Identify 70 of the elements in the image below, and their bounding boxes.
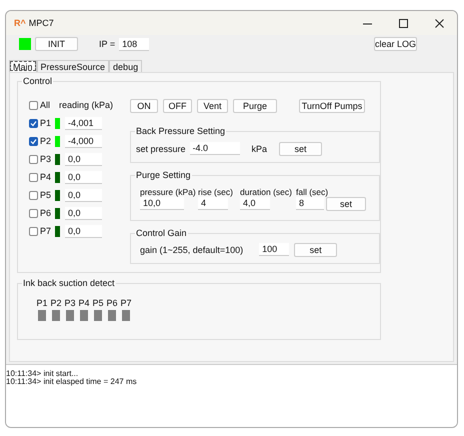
reading-field[interactable]: 0,0 (65, 152, 102, 166)
column-header: reading (kPa) (59, 100, 114, 110)
channel-label: P4 (40, 172, 52, 182)
field-label: set pressure (136, 144, 186, 154)
channel-label: P7 (120, 298, 132, 308)
set-button[interactable]: set (326, 197, 366, 211)
ip-label: IP = (99, 39, 116, 49)
init-button[interactable]: INIT (35, 37, 78, 51)
channel-label: P5 (40, 190, 52, 200)
channel-label: P3 (40, 154, 52, 164)
channel-label: P2 (50, 298, 62, 308)
checkbox[interactable] (29, 154, 38, 164)
reading-field[interactable]: 0,0 (65, 188, 102, 202)
action-button[interactable]: ON (130, 99, 158, 113)
log-line: 10:11:34> init start... (6, 370, 80, 378)
channel-label: P3 (64, 298, 76, 308)
field-label: gain (1~255, default=100) (140, 244, 244, 254)
maximize-icon[interactable] (398, 18, 408, 28)
gain-field[interactable]: 100 (259, 243, 290, 256)
checkbox[interactable] (29, 118, 38, 128)
channel-label: P1 (36, 298, 48, 308)
group-title: Control Gain (135, 228, 188, 238)
reading-field[interactable]: 0,0 (65, 224, 102, 238)
value-field[interactable]: 8 (296, 197, 324, 210)
action-button[interactable]: OFF (163, 99, 192, 113)
tab[interactable]: Main (9, 60, 37, 72)
action-button[interactable]: Vent (197, 99, 228, 113)
value-field[interactable]: 4 (198, 197, 228, 210)
set-button[interactable]: set (279, 142, 322, 156)
ip-field[interactable]: 108 (119, 38, 150, 50)
close-icon[interactable] (434, 18, 444, 28)
channel-label: P5 (92, 298, 104, 308)
channel-label: P6 (106, 298, 118, 308)
field-label: pressure (kPa) (140, 187, 197, 197)
reading-field[interactable]: -4,001 (65, 116, 102, 130)
window-title: MPC7 (28, 18, 55, 28)
app-logo: R^ (14, 18, 26, 28)
checkbox[interactable] (29, 190, 38, 200)
unit-label: kPa (252, 144, 268, 154)
checkbox[interactable] (29, 208, 38, 218)
tab[interactable]: debug (109, 60, 142, 72)
field-label: duration (sec) (240, 187, 293, 197)
channel-label: P2 (40, 136, 52, 146)
turn-off-pumps-button[interactable]: TurnOff Pumps (299, 99, 365, 113)
checkbox[interactable] (29, 226, 38, 236)
group-title: Control (22, 76, 54, 86)
channel-label: P1 (40, 118, 52, 128)
channel-label: P7 (40, 226, 52, 236)
field-label: fall (sec) (296, 187, 330, 197)
reading-field[interactable]: 0,0 (65, 206, 102, 220)
tab[interactable]: PressureSource (36, 60, 110, 72)
group-title: Ink back suction detect (22, 278, 116, 288)
value-field[interactable]: 4,0 (240, 197, 270, 210)
group-title: Purge Setting (135, 170, 192, 180)
reading-field[interactable]: 0,0 (65, 170, 102, 184)
clear-log-button[interactable]: clear LOG (374, 37, 417, 51)
pressure-field[interactable]: -4.0 (190, 142, 240, 155)
field-label: rise (sec) (198, 187, 234, 197)
set-button[interactable]: set (294, 242, 338, 256)
group-title: Back Pressure Setting (135, 126, 226, 136)
checkbox[interactable] (29, 172, 38, 182)
checkbox[interactable] (29, 136, 38, 146)
reading-field[interactable]: -4,000 (65, 134, 102, 148)
checkbox-label: All (40, 100, 52, 110)
channel-label: P6 (40, 208, 52, 218)
value-field[interactable]: 10,0 (140, 197, 184, 210)
channel-label: P4 (78, 298, 90, 308)
action-button[interactable]: Purge (233, 99, 277, 113)
log-line: 10:11:34> init elasped time = 247 ms (6, 378, 138, 386)
checkbox[interactable] (29, 100, 38, 110)
